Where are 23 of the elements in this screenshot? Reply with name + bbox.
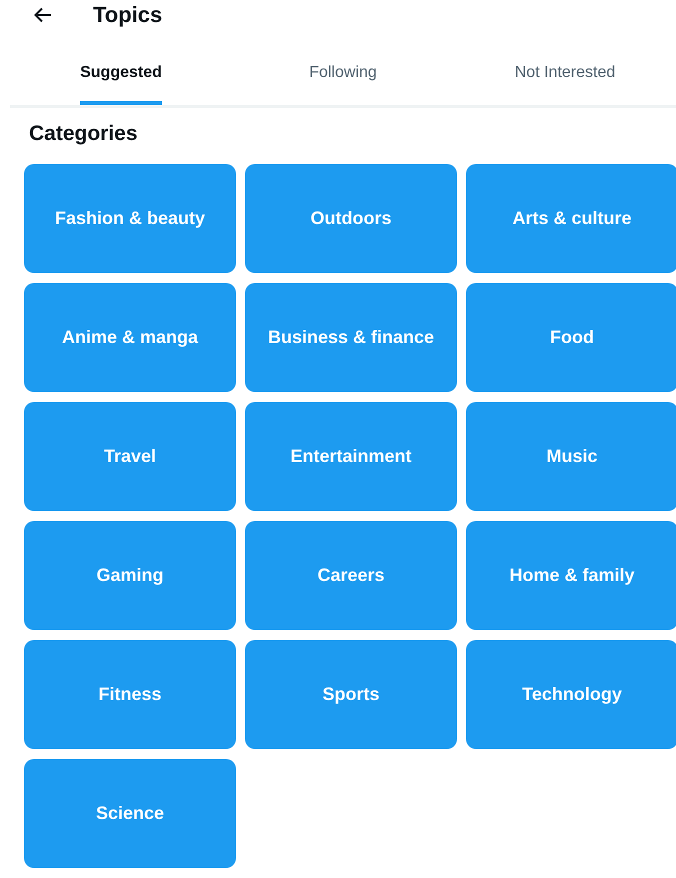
tab[interactable]: Following <box>232 45 454 105</box>
section-heading: Categories <box>29 122 139 146</box>
tab[interactable]: Suggested <box>10 45 232 105</box>
category-tile[interactable]: Fashion & beauty <box>24 164 236 273</box>
category-tile[interactable]: Outdoors <box>245 164 457 273</box>
category-tile[interactable]: Home & family <box>466 521 676 630</box>
category-tile[interactable]: Science <box>24 759 236 868</box>
back-arrow-icon <box>34 7 52 23</box>
category-tile[interactable]: Anime & manga <box>24 283 236 392</box>
back-button[interactable] <box>33 5 53 25</box>
page-title: Topics <box>93 2 162 28</box>
category-tile[interactable]: Business & finance <box>245 283 457 392</box>
category-tile[interactable]: Food <box>466 283 676 392</box>
category-tile[interactable]: Careers <box>245 521 457 630</box>
category-tile[interactable]: Fitness <box>24 640 236 749</box>
category-tile[interactable]: Music <box>466 402 676 511</box>
category-tile[interactable]: Gaming <box>24 521 236 630</box>
category-tile[interactable]: Travel <box>24 402 236 511</box>
category-tile[interactable]: Entertainment <box>245 402 457 511</box>
tab[interactable]: Not Interested <box>454 45 676 105</box>
category-tile[interactable]: Technology <box>466 640 676 749</box>
category-tile[interactable]: Arts & culture <box>466 164 676 273</box>
category-tile[interactable]: Sports <box>245 640 457 749</box>
